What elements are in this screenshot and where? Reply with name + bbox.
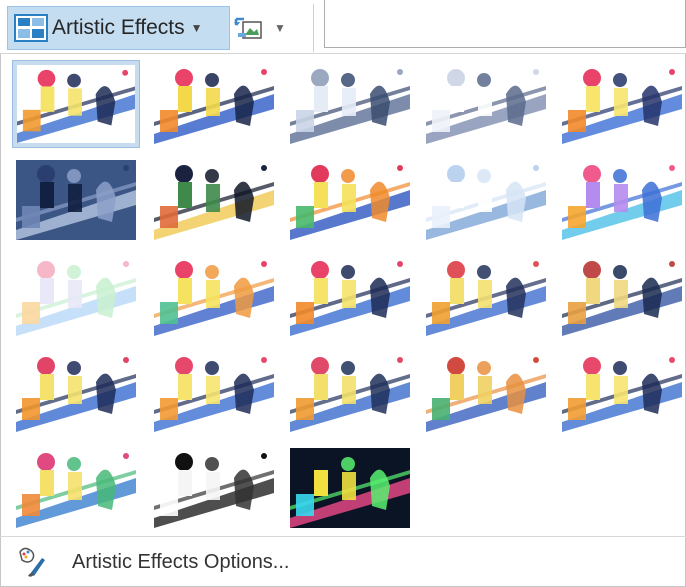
effect-preview-image xyxy=(426,352,546,432)
chevron-down-icon: ▼ xyxy=(190,21,203,35)
effect-thumbnail[interactable] xyxy=(286,156,414,244)
effect-thumbnail[interactable] xyxy=(558,60,686,148)
effect-preview-image xyxy=(16,352,136,432)
effect-preview-image xyxy=(290,160,410,240)
effect-preview-image xyxy=(426,64,546,144)
effect-preview-image xyxy=(562,256,682,336)
effect-preview-image xyxy=(562,160,682,240)
effect-preview-image xyxy=(562,352,682,432)
ribbon-separator xyxy=(313,4,314,52)
effects-gallery xyxy=(0,54,686,536)
effect-thumbnail[interactable] xyxy=(558,252,686,340)
effect-preview-image xyxy=(562,64,682,144)
effect-thumbnail[interactable] xyxy=(422,348,550,436)
effect-thumbnail[interactable] xyxy=(286,444,414,532)
effect-thumbnail[interactable] xyxy=(150,60,278,148)
effect-preview-image xyxy=(426,256,546,336)
artistic-effects-label: Artistic Effects xyxy=(52,16,185,39)
effect-preview-image xyxy=(290,448,410,528)
artistic-effects-options-label: Artistic Effects Options... xyxy=(72,550,290,573)
effect-thumbnail[interactable] xyxy=(558,348,686,436)
effect-thumbnail[interactable] xyxy=(12,348,140,436)
ribbon-toolbar: Artistic Effects ▼ ▼ xyxy=(0,0,686,54)
effect-thumbnail[interactable] xyxy=(12,252,140,340)
effect-thumbnail[interactable] xyxy=(150,444,278,532)
effect-preview-image xyxy=(290,352,410,432)
effect-thumbnail[interactable] xyxy=(286,348,414,436)
effect-preview-image xyxy=(16,256,136,336)
effect-preview-image xyxy=(16,448,136,528)
effect-thumbnail[interactable] xyxy=(12,60,140,148)
picture-layout-icon xyxy=(234,17,262,39)
artistic-effects-button[interactable]: Artistic Effects ▼ xyxy=(7,6,230,50)
effect-thumbnail[interactable] xyxy=(286,60,414,148)
effect-preview-image xyxy=(154,256,274,336)
effect-preview-image xyxy=(17,65,135,143)
ribbon-group-box xyxy=(324,0,686,48)
effect-preview-image xyxy=(154,64,274,144)
effect-preview-image xyxy=(154,448,274,528)
chevron-down-icon: ▼ xyxy=(274,21,286,35)
effect-thumbnail[interactable] xyxy=(12,444,140,532)
effect-preview-image xyxy=(426,160,546,240)
effect-preview-image xyxy=(154,352,274,432)
effect-thumbnail[interactable] xyxy=(150,252,278,340)
effect-preview-image xyxy=(154,160,274,240)
effect-thumbnail[interactable] xyxy=(150,348,278,436)
effect-thumbnail[interactable] xyxy=(422,252,550,340)
artistic-effects-options-item[interactable]: Artistic Effects Options... xyxy=(0,537,686,587)
picture-layout-button[interactable]: ▼ xyxy=(232,8,300,48)
effect-preview-image xyxy=(290,64,410,144)
effect-thumbnail[interactable] xyxy=(12,156,140,244)
effect-preview-image xyxy=(290,256,410,336)
paint-brush-effects-icon xyxy=(19,547,45,577)
effect-thumbnail[interactable] xyxy=(422,60,550,148)
effect-thumbnail[interactable] xyxy=(150,156,278,244)
effect-preview-image xyxy=(16,160,136,240)
effect-thumbnail[interactable] xyxy=(286,252,414,340)
picture-effects-icon xyxy=(14,14,48,42)
effect-thumbnail[interactable] xyxy=(422,156,550,244)
effect-thumbnail[interactable] xyxy=(558,156,686,244)
